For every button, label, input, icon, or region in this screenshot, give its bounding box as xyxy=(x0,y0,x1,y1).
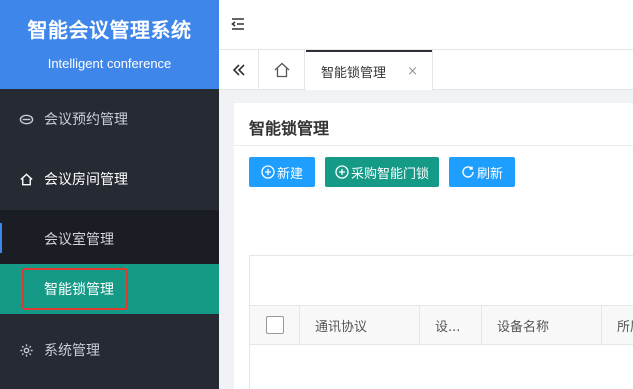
button-label: 刷新 xyxy=(476,166,503,182)
column-header-protocol[interactable]: 通讯协议 xyxy=(300,306,420,344)
gear-icon xyxy=(18,342,34,358)
link-icon xyxy=(18,111,34,127)
tabs-bar: 智能锁管理 × xyxy=(219,50,633,90)
main-content: 智能锁管理 新建 采购智能门锁 刷新 通讯协议 设... 设备名称 所属 xyxy=(234,103,633,389)
select-all-checkbox[interactable] xyxy=(265,316,284,334)
menu-fold-icon[interactable] xyxy=(229,15,247,33)
column-header-device[interactable]: 设... xyxy=(420,306,482,344)
close-icon[interactable]: × xyxy=(407,64,418,79)
sidebar-item-label: 系统管理 xyxy=(44,343,100,359)
sidebar-item-label: 会议房间管理 xyxy=(44,172,128,188)
buy-smart-lock-button[interactable]: 采购智能门锁 xyxy=(325,157,439,187)
sidebar: 智能会议管理系统 Intelligent conference 会议预约管理 会… xyxy=(0,0,219,389)
select-all-cell xyxy=(250,306,300,344)
button-label: 采购智能门锁 xyxy=(350,166,429,182)
brand-header: 智能会议管理系统 Intelligent conference xyxy=(0,0,219,89)
column-header-device-name[interactable]: 设备名称 xyxy=(482,306,602,344)
app-title: 智能会议管理系统 xyxy=(27,18,192,42)
home-icon xyxy=(18,171,34,187)
refresh-icon xyxy=(462,166,474,178)
table-border xyxy=(249,345,250,389)
column-header-location[interactable]: 所属 xyxy=(602,306,633,344)
table-header: 通讯协议 设... 设备名称 所属 xyxy=(249,305,633,345)
table-toolbar xyxy=(249,255,633,305)
app-subtitle: Intelligent conference xyxy=(47,56,172,71)
refresh-button[interactable]: 刷新 xyxy=(449,157,515,187)
sidebar-item-booking[interactable]: 会议预约管理 xyxy=(0,99,219,139)
sidebar-item-label: 会议室管理 xyxy=(44,232,114,248)
divider xyxy=(234,145,633,146)
divider xyxy=(432,50,433,90)
top-header xyxy=(219,0,633,50)
sidebar-item-system[interactable]: 系统管理 xyxy=(0,330,219,370)
tab-home[interactable] xyxy=(259,50,305,90)
sidebar-item-label: 会议预约管理 xyxy=(44,112,128,128)
tab-label: 智能锁管理 xyxy=(321,65,387,81)
plus-circle-icon xyxy=(335,165,349,179)
sidebar-subitem-meeting-room[interactable]: 会议室管理 xyxy=(0,219,219,259)
home-icon xyxy=(274,62,289,78)
plus-circle-icon xyxy=(261,165,275,179)
tab-smart-lock[interactable]: 智能锁管理 × xyxy=(306,50,432,90)
sidebar-item-rooms[interactable]: 会议房间管理 xyxy=(0,159,219,199)
button-label: 新建 xyxy=(276,166,303,182)
new-button[interactable]: 新建 xyxy=(249,157,315,187)
page-title: 智能锁管理 xyxy=(249,119,330,138)
highlight-annotation xyxy=(22,268,128,310)
tabs-scroll-left-icon[interactable] xyxy=(219,50,259,90)
